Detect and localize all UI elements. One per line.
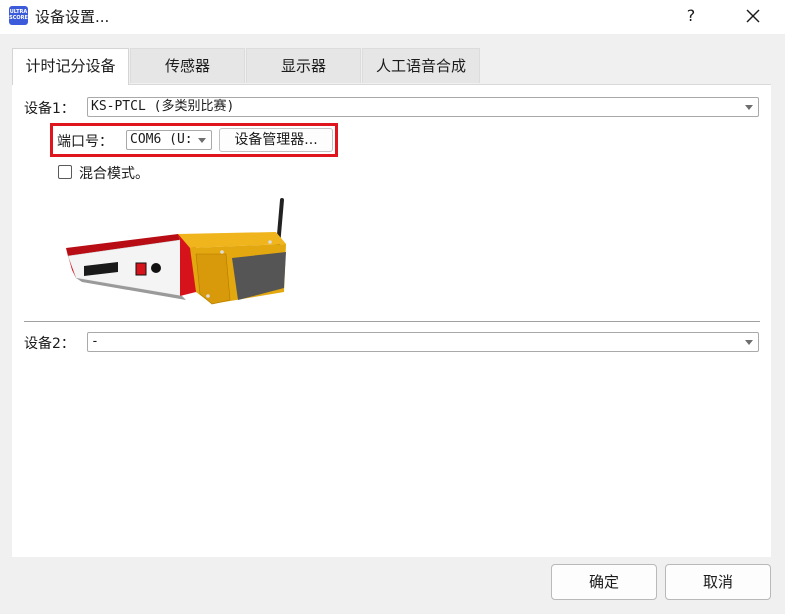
port-value: COM6 (U: bbox=[130, 132, 193, 147]
ok-button[interactable]: 确定 bbox=[551, 564, 657, 600]
chevron-down-icon bbox=[745, 105, 753, 110]
help-button[interactable]: ? bbox=[677, 2, 705, 30]
close-button[interactable] bbox=[738, 2, 768, 30]
tab-sensors[interactable]: 传感器 bbox=[130, 48, 245, 83]
mixed-mode-checkbox[interactable] bbox=[58, 165, 72, 179]
device1-label: 设备1： bbox=[24, 101, 75, 117]
settings-panel: 设备1： KS-PTCL (多类别比赛) 端口号： COM6 (U: 设备管理器… bbox=[12, 84, 771, 557]
app-logo-icon: ULTRA SCORE bbox=[9, 6, 28, 25]
tab-voice-synthesis[interactable]: 人工语音合成 bbox=[362, 48, 480, 83]
title-bar: ULTRA SCORE 设备设置... ? bbox=[0, 0, 785, 34]
device2-value: - bbox=[91, 334, 99, 349]
window-title: 设备设置... bbox=[35, 8, 110, 26]
mixed-mode-label: 混合模式。 bbox=[79, 166, 149, 182]
close-icon bbox=[746, 9, 760, 23]
device2-label: 设备2： bbox=[24, 336, 75, 352]
tab-display[interactable]: 显示器 bbox=[246, 48, 361, 83]
timing-device-image bbox=[66, 198, 286, 305]
device-manager-button[interactable]: 设备管理器... bbox=[219, 128, 333, 152]
chevron-down-icon bbox=[745, 340, 753, 345]
section-divider bbox=[24, 321, 760, 322]
device2-select[interactable]: - bbox=[87, 332, 759, 352]
port-select[interactable]: COM6 (U: bbox=[126, 130, 212, 150]
device1-value: KS-PTCL (多类别比赛) bbox=[91, 99, 235, 114]
device1-select[interactable]: KS-PTCL (多类别比赛) bbox=[87, 97, 759, 117]
chevron-down-icon bbox=[198, 138, 206, 143]
tab-timing-device[interactable]: 计时记分设备 bbox=[12, 48, 129, 85]
port-label: 端口号： bbox=[57, 134, 113, 150]
cancel-button[interactable]: 取消 bbox=[665, 564, 771, 600]
